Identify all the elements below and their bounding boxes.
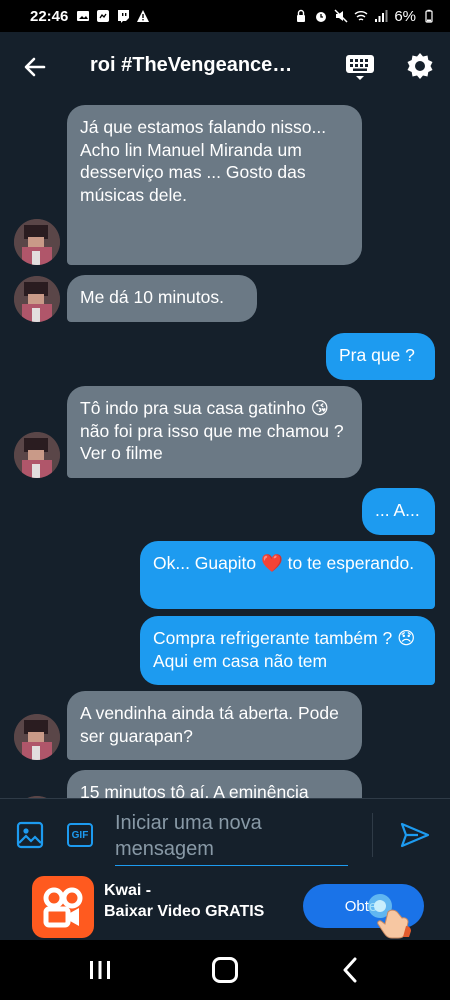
image-upload-icon[interactable] bbox=[16, 821, 44, 849]
system-nav-bar bbox=[0, 940, 450, 1000]
status-time: 22:46 bbox=[30, 7, 69, 25]
avatar[interactable] bbox=[14, 432, 60, 478]
message-text: Já que estamos falando nisso... Acho lin… bbox=[80, 117, 327, 205]
message-bubble-incoming[interactable]: Tô indo pra sua casa gatinho 😘 não foi p… bbox=[67, 386, 362, 478]
message-text: Compra refrigerante também ? 😞 Aqui em c… bbox=[153, 628, 416, 671]
ad-banner[interactable]: Kwai - Baixar Video GRATIS Obter bbox=[0, 870, 450, 940]
message-composer: GIF Iniciar uma nova mensagem bbox=[0, 798, 450, 870]
send-icon[interactable] bbox=[400, 821, 430, 849]
message-bubble-incoming[interactable]: Me dá 10 minutos. bbox=[67, 275, 257, 322]
message-text: Pra que ? bbox=[339, 345, 415, 365]
message-bubble-outgoing[interactable]: Pra que ? bbox=[326, 333, 435, 380]
battery-percent: 6% bbox=[394, 7, 416, 25]
ad-title[interactable]: Kwai - Baixar Video GRATIS bbox=[104, 880, 264, 922]
twitch-icon bbox=[118, 10, 130, 23]
back-arrow-icon[interactable] bbox=[18, 52, 52, 82]
message-bubble-outgoing[interactable]: Compra refrigerante também ? 😞 Aqui em c… bbox=[140, 616, 435, 685]
recent-apps-icon[interactable] bbox=[88, 960, 112, 980]
message-text: Tô indo pra sua casa gatinho 😘 não foi p… bbox=[80, 398, 344, 463]
message-bubble-incoming[interactable]: 15 minutos tô aí. A eminência bbox=[67, 770, 362, 798]
home-icon[interactable] bbox=[212, 957, 238, 983]
system-back-icon[interactable] bbox=[340, 957, 360, 983]
status-left-icons bbox=[76, 9, 150, 23]
message-input[interactable]: Iniciar uma nova mensagem bbox=[115, 810, 348, 866]
message-bubble-outgoing[interactable]: Ok... Guapito ❤️ to te esperando. bbox=[140, 541, 435, 609]
ad-title-line2: Baixar Video GRATIS bbox=[104, 903, 265, 920]
signal-icon bbox=[375, 10, 388, 22]
settings-gear-icon[interactable] bbox=[404, 50, 436, 82]
message-text: Me dá 10 minutos. bbox=[80, 287, 224, 307]
alert-icon bbox=[137, 10, 150, 22]
ad-title-line1: Kwai - bbox=[104, 882, 152, 899]
avatar[interactable] bbox=[14, 276, 60, 322]
alarm-icon bbox=[316, 12, 327, 22]
keyboard-icon[interactable] bbox=[344, 52, 376, 82]
status-bar: 22:46 6% bbox=[0, 0, 450, 32]
conversation-title[interactable]: roi #TheVengeance… bbox=[90, 54, 305, 77]
message-list[interactable]: Já que estamos falando nisso... Acho lin… bbox=[0, 102, 450, 798]
avatar[interactable] bbox=[14, 219, 60, 265]
messenger-icon bbox=[97, 10, 110, 22]
gif-button[interactable]: GIF bbox=[67, 823, 93, 847]
message-text: 15 minutos tô aí. A eminência bbox=[80, 782, 309, 798]
wifi-icon bbox=[354, 11, 368, 21]
tap-hand-icon bbox=[368, 894, 411, 939]
mute-icon bbox=[334, 9, 348, 23]
message-bubble-outgoing[interactable]: ... A... bbox=[362, 488, 435, 535]
message-bubble-incoming[interactable]: A vendinha ainda tá aberta. Pode ser gua… bbox=[67, 691, 362, 760]
avatar[interactable] bbox=[14, 714, 60, 760]
kwai-logo-icon[interactable] bbox=[32, 876, 94, 938]
message-text: Ok... Guapito ❤️ to te esperando. bbox=[153, 553, 415, 573]
lock-icon bbox=[297, 9, 306, 22]
message-text: ... A... bbox=[375, 500, 420, 520]
battery-icon bbox=[425, 9, 433, 23]
message-bubble-incoming[interactable]: Já que estamos falando nisso... Acho lin… bbox=[67, 105, 362, 265]
message-text: A vendinha ainda tá aberta. Pode ser gua… bbox=[80, 703, 339, 746]
composer-divider bbox=[372, 813, 373, 857]
status-right-icons: 6% bbox=[294, 8, 436, 25]
photo-icon bbox=[77, 11, 90, 21]
conversation-header: roi #TheVengeance… bbox=[0, 32, 450, 102]
